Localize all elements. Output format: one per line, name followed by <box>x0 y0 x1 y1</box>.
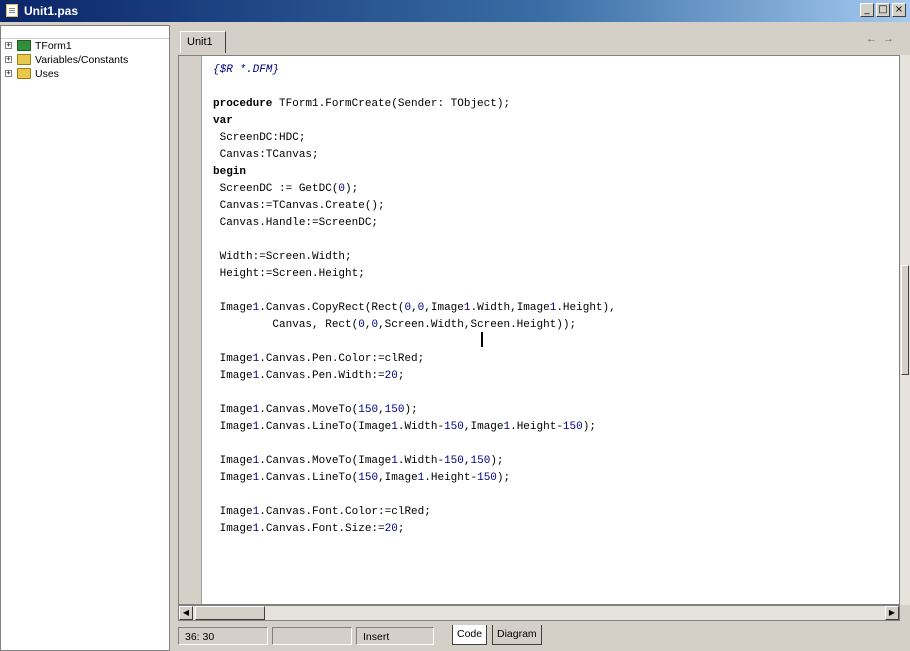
code-comment: {$R *.DFM} <box>213 64 280 76</box>
code-line[interactable] <box>213 232 616 249</box>
code-line[interactable]: Image1.Canvas.Pen.Color:=clRed; <box>213 351 616 368</box>
folder-icon <box>17 68 31 79</box>
code-line[interactable]: Image1.Canvas.MoveTo(Image1.Width-150,15… <box>213 453 616 470</box>
code-line[interactable]: Canvas:=TCanvas.Create(); <box>213 198 616 215</box>
code-line[interactable]: Height:=Screen.Height; <box>213 266 616 283</box>
code-line[interactable]: Canvas:TCanvas; <box>213 147 616 164</box>
code-line[interactable]: Image1.Canvas.CopyRect(Rect(0,0,Image1.W… <box>213 300 616 317</box>
code-line[interactable]: Image1.Canvas.Pen.Width:=20; <box>213 368 616 385</box>
status-bar: 36: 30 Insert Code Diagram <box>178 623 910 651</box>
code-keyword: procedure <box>213 98 273 110</box>
code-text-span: Image1.Canvas.MoveTo(Image1.Width-150,15… <box>213 455 504 467</box>
code-text-span: Canvas.Handle:=ScreenDC; <box>213 217 379 229</box>
code-text-span: Image1.Canvas.Pen.Color:=clRed; <box>213 353 425 365</box>
code-text-span: Image1.Canvas.MoveTo(150,150); <box>213 404 418 416</box>
code-text-span: Image1.Canvas.Font.Size:=20; <box>213 523 405 535</box>
code-line[interactable]: Canvas.Handle:=ScreenDC; <box>213 215 616 232</box>
form-icon <box>17 40 31 51</box>
window-title: Unit1.pas <box>24 4 79 18</box>
code-line[interactable] <box>213 385 616 402</box>
editor-gutter[interactable] <box>179 56 202 604</box>
tree-item-tform1[interactable]: + TForm1 <box>1 39 169 53</box>
close-button[interactable]: × <box>892 3 906 17</box>
tree-item-uses[interactable]: + Uses <box>1 67 169 81</box>
code-line[interactable]: Image1.Canvas.Font.Size:=20; <box>213 521 616 538</box>
code-line[interactable]: Image1.Canvas.MoveTo(150,150); <box>213 402 616 419</box>
code-line[interactable]: begin <box>213 164 616 181</box>
tree-item-variables-constants[interactable]: + Variables/Constants <box>1 53 169 67</box>
insert-mode: Insert <box>356 627 434 645</box>
code-text-span: Canvas, Rect(0,0,Screen.Width,Screen.Hei… <box>213 319 577 331</box>
code-line[interactable]: Image1.Canvas.Font.Color:=clRed; <box>213 504 616 521</box>
tab-diagram[interactable]: Diagram <box>492 625 542 645</box>
tree-item-label: Uses <box>35 68 59 80</box>
code-text-span: Width:=Screen.Width; <box>213 251 352 263</box>
code-line[interactable] <box>213 334 616 351</box>
code-text-span: Image1.Canvas.Pen.Width:=20; <box>213 370 405 382</box>
tree-item-label: Variables/Constants <box>35 54 129 66</box>
expand-icon[interactable]: + <box>5 70 12 77</box>
code-line[interactable]: Image1.Canvas.LineTo(Image1.Width-150,Im… <box>213 419 616 436</box>
code-text-span: Canvas:TCanvas; <box>213 149 319 161</box>
code-line[interactable]: ScreenDC := GetDC(0); <box>213 181 616 198</box>
code-line[interactable]: {$R *.DFM} <box>213 62 616 79</box>
tab-code[interactable]: Code <box>452 625 488 645</box>
nav-arrows: ←→ <box>866 33 900 45</box>
code-line[interactable] <box>213 283 616 300</box>
minimize-button[interactable]: _ <box>860 3 874 17</box>
code-line[interactable]: Canvas, Rect(0,0,Screen.Width,Screen.Hei… <box>213 317 616 334</box>
editor-tab-bar: Unit1 ←→ <box>178 25 910 55</box>
expand-icon[interactable]: + <box>5 42 12 49</box>
code-line[interactable]: var <box>213 113 616 130</box>
vertical-scroll-thumb[interactable] <box>901 265 909 375</box>
maximize-button[interactable]: □ <box>876 3 890 17</box>
horizontal-scroll-thumb[interactable] <box>195 606 265 620</box>
folder-icon <box>17 54 31 65</box>
text-caret <box>481 332 483 347</box>
code-text-span: Image1.Canvas.CopyRect(Rect(0,0,Image1.W… <box>213 302 616 314</box>
pane-splitter[interactable] <box>170 25 178 651</box>
horizontal-scrollbar[interactable]: ◀ ▶ <box>178 605 900 621</box>
code-text-span: Height:=Screen.Height; <box>213 268 365 280</box>
forward-arrow-icon[interactable]: → <box>883 33 900 45</box>
window-controls: _ □ × <box>860 3 906 17</box>
code-keyword: begin <box>213 166 247 178</box>
code-text-span: ScreenDC := GetDC(0); <box>213 183 359 195</box>
editor-area: Unit1 ←→ {$R *.DFM} procedure TForm1.Form… <box>178 25 910 651</box>
code-line[interactable]: Image1.Canvas.LineTo(150,Image1.Height-1… <box>213 470 616 487</box>
code-line[interactable]: procedure TForm1.FormCreate(Sender: TObj… <box>213 96 616 113</box>
code-text-span: TForm1.FormCreate(Sender: TObject); <box>272 98 511 110</box>
file-icon <box>6 4 18 17</box>
title-bar[interactable]: Unit1.pas _ □ × <box>0 0 910 22</box>
code-text-span: Image1.Canvas.Font.Color:=clRed; <box>213 506 431 518</box>
code-line[interactable]: Width:=Screen.Width; <box>213 249 616 266</box>
code-line[interactable] <box>213 487 616 504</box>
code-text-span: Image1.Canvas.LineTo(Image1.Width-150,Im… <box>213 421 596 433</box>
scroll-left-icon[interactable]: ◀ <box>179 606 193 620</box>
code-text[interactable]: {$R *.DFM} procedure TForm1.FormCreate(Se… <box>213 62 616 538</box>
tree-item-label: TForm1 <box>35 40 72 52</box>
code-text-span: Image1.Canvas.LineTo(150,Image1.Height-1… <box>213 472 511 484</box>
code-keyword: var <box>213 115 233 127</box>
cursor-position: 36: 30 <box>178 627 268 645</box>
code-line[interactable] <box>213 436 616 453</box>
explorer-header <box>1 26 169 39</box>
expand-icon[interactable]: + <box>5 56 12 63</box>
scroll-right-icon[interactable]: ▶ <box>885 606 899 620</box>
code-line[interactable]: ScreenDC:HDC; <box>213 130 616 147</box>
status-blank <box>272 627 352 645</box>
code-text-span: Canvas:=TCanvas.Create(); <box>213 200 385 212</box>
back-arrow-icon[interactable]: ← <box>866 33 883 45</box>
tab-unit1[interactable]: Unit1 <box>180 31 226 53</box>
ide-window: Unit1.pas _ □ × + TForm1 + Variables/Con… <box>0 0 910 651</box>
code-editor[interactable]: {$R *.DFM} procedure TForm1.FormCreate(Se… <box>178 55 900 605</box>
code-explorer: + TForm1 + Variables/Constants + Uses <box>0 25 170 651</box>
code-text-span: ScreenDC:HDC; <box>213 132 306 144</box>
vertical-scrollbar[interactable] <box>900 55 910 605</box>
code-line[interactable] <box>213 79 616 96</box>
